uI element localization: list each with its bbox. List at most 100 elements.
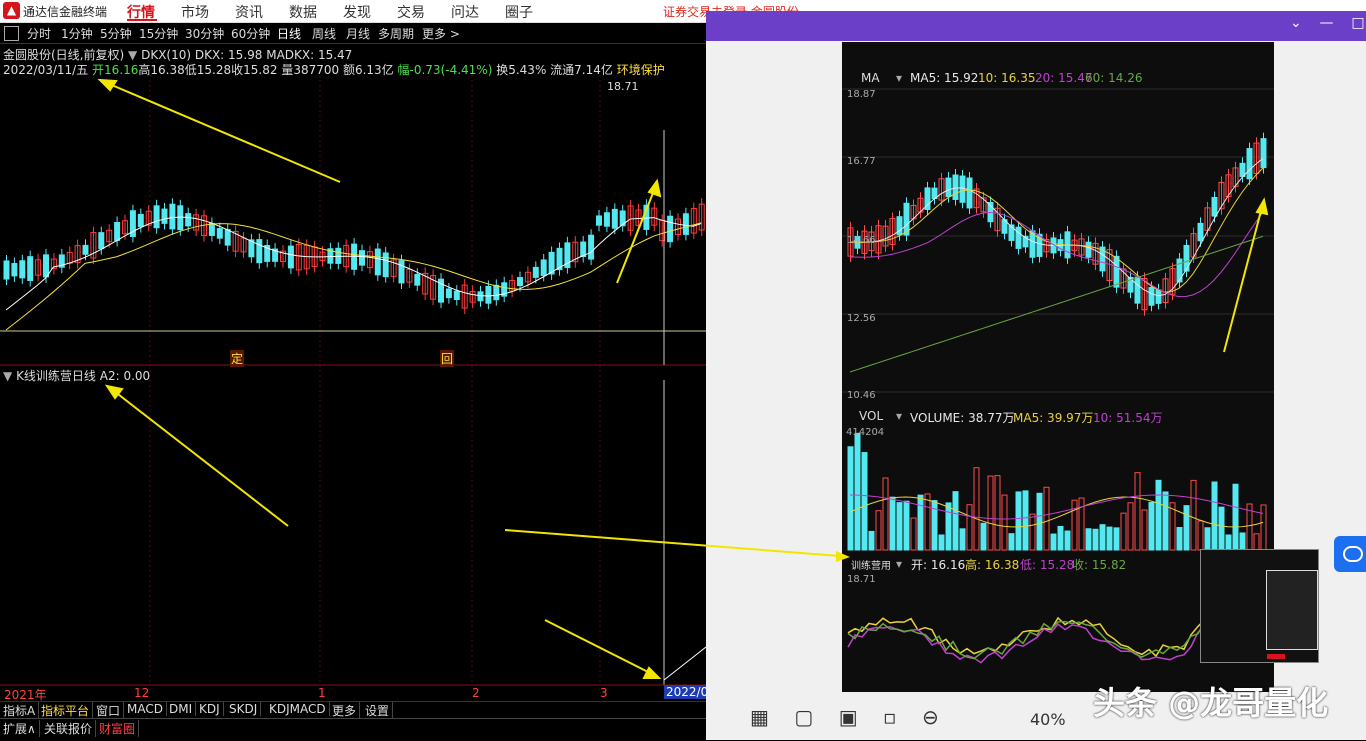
fit-screen-icon[interactable]: ▫	[883, 705, 897, 729]
menu-circle[interactable]: 圈子	[505, 2, 533, 22]
tab-expand[interactable]: 扩展∧	[0, 720, 40, 737]
period-intraday[interactable]: 分时	[27, 25, 51, 42]
candle-body	[485, 285, 492, 304]
tab-settings[interactable]: 设置	[362, 702, 394, 719]
candle-body	[43, 254, 49, 278]
tab-kdj[interactable]: KDJ	[196, 702, 224, 716]
tab-related-quotes[interactable]: 关联报价	[41, 720, 97, 737]
tab-more[interactable]: 更多	[329, 702, 361, 719]
thumbnail-viewport[interactable]	[1266, 570, 1318, 650]
peak-price-label: 18.71	[607, 80, 639, 93]
candle-body	[359, 250, 365, 266]
phone-volume-bar	[945, 502, 952, 551]
chevron-down-icon[interactable]: ⌄	[1290, 15, 1302, 31]
candle-body	[532, 266, 539, 278]
phone-volume-bar	[959, 528, 966, 551]
phone-train-dropdown-icon[interactable]: ▾	[896, 557, 902, 571]
menu-data[interactable]: 数据	[289, 2, 317, 22]
period-5min[interactable]: 5分钟	[100, 25, 132, 42]
phone-volume-bar	[903, 500, 910, 551]
phone-volume-bar	[1008, 533, 1015, 551]
marker-hui: 回	[440, 350, 455, 367]
menu-market[interactable]: 市场	[181, 2, 209, 22]
thumbnail-navigator[interactable]	[1200, 549, 1319, 663]
sub-dropdown-icon[interactable]: ▼	[3, 369, 12, 383]
phone-volume-bar	[910, 517, 917, 551]
phone-volume-bar	[882, 477, 889, 551]
menu-active-indicator	[127, 19, 157, 21]
period-15min[interactable]: 15分钟	[139, 25, 178, 42]
phone-volume-bar	[1050, 533, 1057, 551]
phone-candle-body	[1155, 289, 1162, 304]
tab-wealth-circle[interactable]: 财富圈	[96, 720, 140, 737]
phone-volume-bar	[1036, 492, 1043, 551]
period-monthly[interactable]: 月线	[346, 25, 370, 42]
translate-icon[interactable]: ▣	[839, 705, 858, 729]
phone-volume-bar	[1176, 527, 1183, 551]
phone-ma10-label: 10: 16.35	[978, 71, 1036, 85]
tab-indicator-a[interactable]: 指标A	[0, 702, 40, 719]
phone-ma-label: MA	[861, 71, 880, 85]
phone-candle-body	[952, 174, 959, 200]
tab-macd[interactable]: MACD	[124, 702, 167, 716]
candle-body	[27, 256, 34, 281]
indicator-dropdown-icon[interactable]: ▼	[128, 48, 137, 62]
grid-view-icon[interactable]: ▦	[750, 705, 769, 729]
phone-volume-bar	[1155, 479, 1162, 551]
phone-ma20-label: 20: 15.47	[1035, 71, 1093, 85]
period-daily[interactable]: 日线	[277, 25, 301, 42]
candle-body	[224, 229, 231, 246]
phone-volume-bar	[1029, 513, 1036, 551]
tab-skdj[interactable]: SKDJ	[226, 702, 262, 716]
tab-dmi[interactable]: DMI	[166, 702, 197, 716]
candle-body	[137, 213, 144, 228]
tab-indicator-platform[interactable]: 指标平台	[38, 702, 94, 719]
period-weekly[interactable]: 周线	[312, 25, 336, 42]
tab-window[interactable]: 窗口	[93, 702, 125, 719]
phone-vol-dropdown-icon[interactable]: ▾	[896, 409, 902, 423]
minimize-icon[interactable]: —	[1320, 15, 1334, 31]
period-30min[interactable]: 30分钟	[185, 25, 224, 42]
phone-volume-bar	[861, 452, 868, 551]
phone-volume-bars	[847, 432, 1267, 551]
phone-y-label: 14.66	[847, 235, 876, 246]
phone-candle-body	[1015, 226, 1022, 249]
phone-ma-dropdown-icon[interactable]: ▾	[896, 71, 902, 85]
phone-volume-bar	[917, 494, 924, 551]
phone-volume-bar	[1183, 505, 1190, 551]
tab-kdjmacd[interactable]: KDJMACD	[266, 702, 330, 716]
candle-body	[445, 288, 452, 299]
text-recognize-icon[interactable]: ▢	[794, 705, 813, 729]
phone-candle-body	[1134, 276, 1141, 304]
candle-body	[667, 215, 674, 243]
cloud-icon[interactable]	[1334, 536, 1366, 572]
period-1min[interactable]: 1分钟	[61, 25, 93, 42]
phone-volume-bar	[1022, 490, 1029, 551]
menu-trade[interactable]: 交易	[397, 2, 425, 22]
phone-volume-bar	[1092, 528, 1099, 551]
phone-volume-bar	[896, 502, 903, 551]
candle-body	[98, 232, 105, 250]
candle-body	[477, 291, 484, 302]
kline-chart-area[interactable]	[0, 75, 706, 701]
maximize-icon[interactable]: □	[1351, 15, 1364, 31]
phone-volume-bar	[875, 510, 882, 551]
menu-ask[interactable]: 问达	[451, 2, 479, 22]
candle-body	[256, 239, 263, 264]
phone-volume-bar	[1120, 512, 1127, 551]
period-multi[interactable]: 多周期	[378, 25, 414, 42]
panel-toggle-icon[interactable]	[4, 26, 19, 41]
menu-news[interactable]: 资讯	[235, 2, 263, 22]
menu-discover[interactable]: 发现	[343, 2, 371, 22]
phone-vol-ma5	[849, 496, 1264, 528]
candle-body	[540, 259, 547, 276]
candle-body	[596, 215, 602, 226]
phone-volume-bar	[1057, 525, 1064, 551]
candle-body	[177, 205, 184, 231]
period-60min[interactable]: 60分钟	[231, 25, 270, 42]
candle-body	[517, 277, 523, 287]
phone-vol-ma10	[849, 494, 1264, 520]
period-more[interactable]: 更多 >	[422, 25, 460, 42]
zoom-out-icon[interactable]: ⊖	[922, 705, 939, 729]
phone-candle-body	[1197, 222, 1204, 242]
